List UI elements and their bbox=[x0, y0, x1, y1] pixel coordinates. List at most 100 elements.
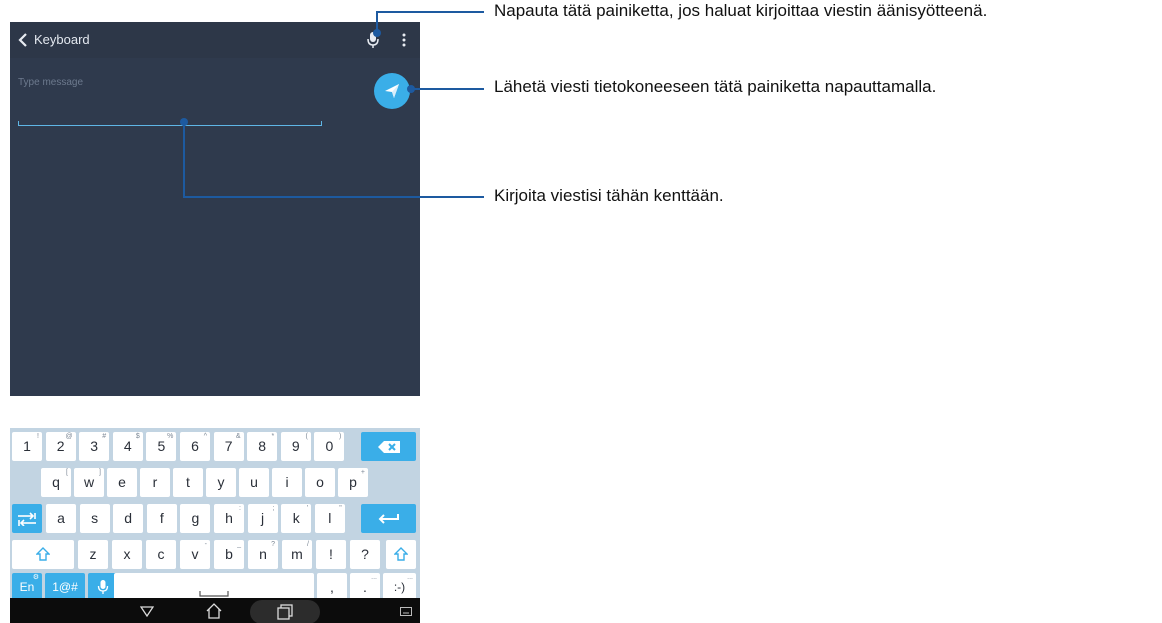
key-o[interactable]: o bbox=[305, 468, 335, 497]
key-d[interactable]: d bbox=[113, 504, 144, 533]
shift-key-right[interactable] bbox=[386, 540, 416, 569]
key-q[interactable]: q[ bbox=[41, 468, 71, 497]
key-secondary-label: [ bbox=[66, 469, 68, 476]
key-z[interactable]: z bbox=[78, 540, 108, 569]
home-icon[interactable] bbox=[205, 602, 223, 620]
key-label: ! bbox=[329, 546, 333, 562]
key-3[interactable]: 3 # bbox=[79, 432, 110, 461]
tab-key[interactable] bbox=[12, 504, 42, 533]
key-secondary-label: _ bbox=[237, 541, 241, 548]
callout-dot-send bbox=[407, 85, 415, 93]
key-y[interactable]: y bbox=[206, 468, 236, 497]
key-secondary-label: * bbox=[271, 433, 275, 440]
on-screen-keyboard: 1! 2 @3 #4 $5% 6 ^ 7 & 8 * 9(0) q[w] e r t y u i o p + a s d f g h:… bbox=[10, 428, 420, 602]
key-label: f bbox=[159, 510, 164, 526]
recent-apps-icon[interactable] bbox=[277, 604, 293, 620]
backspace-key[interactable] bbox=[361, 432, 416, 461]
system-nav-bar bbox=[10, 598, 420, 623]
key-label: e bbox=[118, 474, 126, 490]
key-label: 4 bbox=[123, 438, 132, 454]
key-w[interactable]: w] bbox=[74, 468, 104, 497]
callout-dot-field bbox=[180, 118, 188, 126]
shift-arrow-icon bbox=[36, 547, 50, 561]
key-s[interactable]: s bbox=[79, 504, 110, 533]
key-4[interactable]: 4 $ bbox=[112, 432, 143, 461]
key-label: u bbox=[250, 474, 258, 490]
key-f[interactable]: f bbox=[146, 504, 177, 533]
key-r[interactable]: r bbox=[140, 468, 170, 497]
key-7[interactable]: 7 & bbox=[213, 432, 244, 461]
key-label: y bbox=[217, 474, 225, 490]
send-button[interactable] bbox=[374, 73, 410, 109]
key-label: t bbox=[186, 474, 190, 490]
settings-gear-icon: ⚙ bbox=[32, 574, 39, 581]
key-8[interactable]: 8 * bbox=[247, 432, 278, 461]
key-label: 7 bbox=[224, 438, 233, 454]
key-secondary-label: ; bbox=[272, 505, 275, 512]
message-input-underline bbox=[18, 121, 322, 126]
key-label: 8 bbox=[258, 438, 267, 454]
key-secondary-label: ) bbox=[339, 433, 342, 440]
key-m[interactable]: m / bbox=[282, 540, 312, 569]
key-label: i bbox=[285, 474, 289, 490]
key-l[interactable]: l " bbox=[314, 504, 345, 533]
keyboard-indicator-icon bbox=[400, 607, 412, 616]
key-h[interactable]: h: bbox=[214, 504, 244, 533]
key-secondary-label: @ bbox=[65, 433, 73, 440]
callout-text-send: Lähetä viesti tietokoneeseen tätä painik… bbox=[494, 77, 937, 96]
callout-line-send bbox=[410, 88, 484, 90]
back-chevron-icon[interactable] bbox=[16, 30, 30, 50]
key-n[interactable]: n? bbox=[248, 540, 278, 569]
key-u[interactable]: u bbox=[239, 468, 269, 497]
key-j[interactable]: j; bbox=[247, 504, 278, 533]
key-secondary-label: # bbox=[102, 433, 107, 440]
smiley-key-label: :-) bbox=[393, 580, 406, 594]
key-k[interactable]: k ' bbox=[281, 504, 312, 533]
key-t[interactable]: t bbox=[173, 468, 203, 497]
key-x[interactable]: x bbox=[112, 540, 142, 569]
key-label: 5 bbox=[157, 438, 166, 454]
key-?[interactable]: ? bbox=[350, 540, 380, 569]
key-secondary-label: / bbox=[307, 541, 309, 548]
key-![interactable]: ! bbox=[316, 540, 346, 569]
key-v[interactable]: v- bbox=[180, 540, 210, 569]
key-secondary-label: : bbox=[239, 505, 241, 512]
key-e[interactable]: e bbox=[107, 468, 137, 497]
send-paper-plane-icon bbox=[385, 84, 399, 98]
key-label: z bbox=[89, 546, 97, 562]
space-icon bbox=[199, 591, 229, 597]
key-label: o bbox=[316, 474, 324, 490]
key-6[interactable]: 6 ^ bbox=[180, 432, 210, 461]
key-b[interactable]: b _ bbox=[214, 540, 244, 569]
smiley-key-sup: ... bbox=[407, 574, 413, 581]
key-i[interactable]: i bbox=[272, 468, 302, 497]
language-key-label: En bbox=[19, 580, 35, 594]
key-0[interactable]: 0) bbox=[314, 432, 345, 461]
key-label: q bbox=[52, 474, 60, 490]
more-vert-icon[interactable] bbox=[398, 31, 410, 49]
key-label: 0 bbox=[325, 438, 334, 454]
key-secondary-label: - bbox=[204, 541, 207, 548]
key-label: ? bbox=[361, 546, 369, 562]
key-5[interactable]: 5% bbox=[146, 432, 177, 461]
app-bar: Keyboard bbox=[10, 22, 420, 58]
key-secondary-label: ' bbox=[306, 505, 309, 512]
key-2[interactable]: 2 @ bbox=[45, 432, 76, 461]
callout-text-mic: Napauta tätä painiketta, jos haluat kirj… bbox=[494, 1, 988, 20]
key-1[interactable]: 1! bbox=[12, 432, 42, 461]
key-label: j bbox=[261, 510, 265, 526]
key-c[interactable]: c bbox=[146, 540, 176, 569]
shift-key-left[interactable] bbox=[12, 540, 74, 569]
key-label: v bbox=[191, 546, 199, 562]
key-p[interactable]: p + bbox=[338, 468, 368, 497]
key-secondary-label: $ bbox=[135, 433, 140, 440]
key-9[interactable]: 9( bbox=[280, 432, 311, 461]
enter-key[interactable] bbox=[361, 504, 416, 533]
back-triangle-icon[interactable] bbox=[140, 605, 154, 617]
key-label: a bbox=[57, 510, 65, 526]
key-secondary-label: ^ bbox=[203, 433, 207, 440]
key-g[interactable]: g bbox=[180, 504, 211, 533]
key-label: 3 bbox=[90, 438, 99, 454]
key-a[interactable]: a bbox=[46, 504, 76, 533]
message-input[interactable] bbox=[18, 72, 322, 92]
